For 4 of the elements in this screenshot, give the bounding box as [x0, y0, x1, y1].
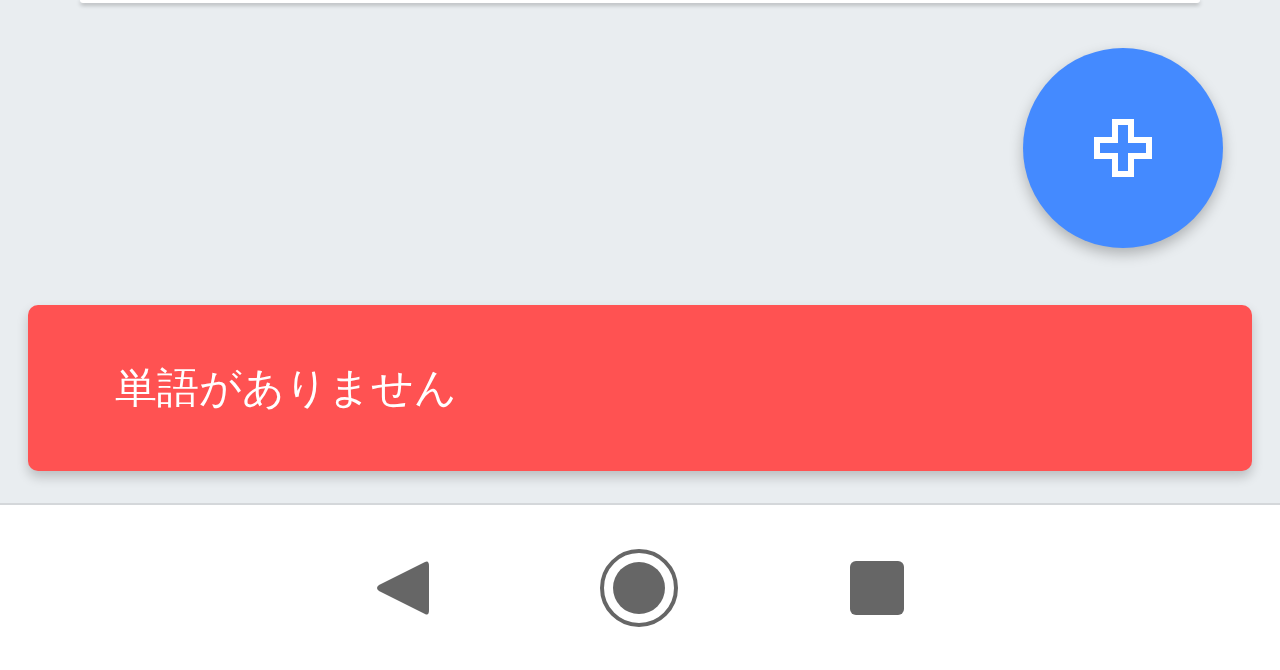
snackbar-message: 単語がありません — [115, 362, 457, 414]
home-icon[interactable] — [599, 547, 679, 628]
plus-icon — [1093, 118, 1153, 178]
recents-icon[interactable] — [849, 559, 905, 616]
